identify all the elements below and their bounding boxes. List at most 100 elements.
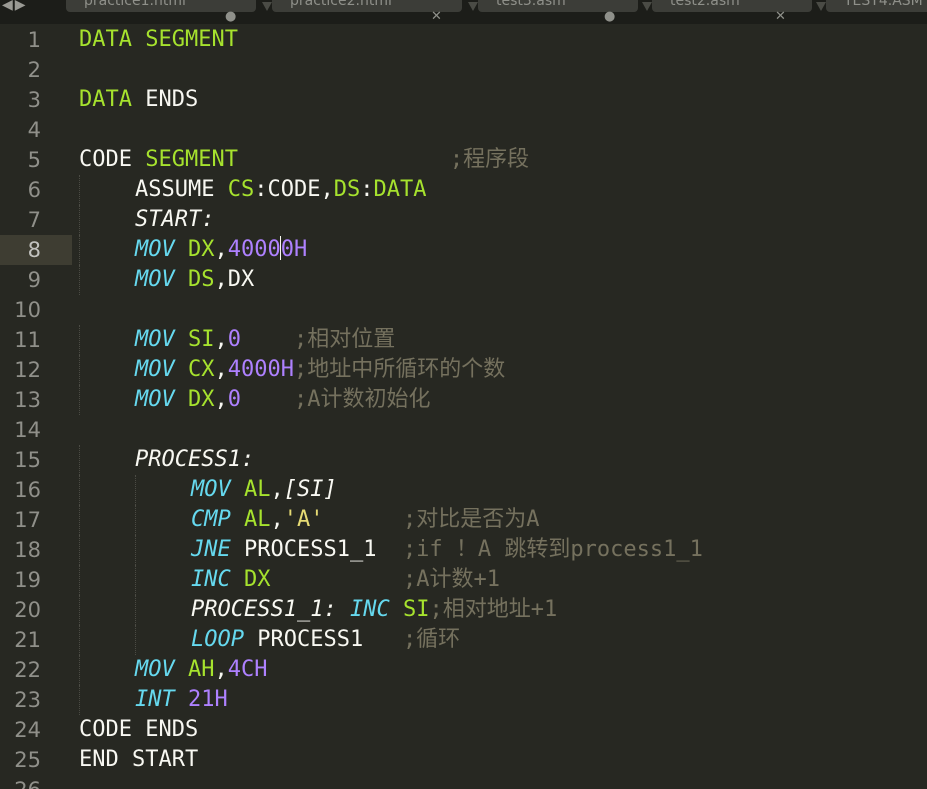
token-cmt: ;if ！A 跳转到process1_1 xyxy=(402,537,703,562)
code-line[interactable]: 15 PROCESS1: xyxy=(0,445,927,475)
code-line[interactable]: 25 END START xyxy=(0,745,927,775)
code-line[interactable]: 13 MOV DX,0 ;A计数初始化 xyxy=(0,385,927,415)
code-line[interactable]: 12 MOV CX,4000H;地址中所循环的个数 xyxy=(0,355,927,385)
code-line[interactable]: 24 CODE ENDS xyxy=(0,715,927,745)
code-line[interactable]: 7 START: xyxy=(0,205,927,235)
code-line[interactable]: 21 LOOP PROCESS1 ;循环 xyxy=(0,625,927,655)
indent-guide xyxy=(79,385,80,415)
code-line[interactable]: 9 MOV DS,DX xyxy=(0,265,927,295)
tab-5[interactable]: TEST4.ASM xyxy=(826,0,927,12)
code-line[interactable]: 17 CMP AL,'A' ;对比是否为A xyxy=(0,505,927,535)
code-text: PROCESS1: xyxy=(135,445,254,475)
code-text: MOV SI,0 ;相对位置 xyxy=(135,325,395,355)
code-line[interactable]: 18 JNE PROCESS1_1 ;if ！A 跳转到process1_1 xyxy=(0,535,927,565)
code-line[interactable]: 26 xyxy=(0,775,927,789)
indent-guide xyxy=(79,655,80,685)
indent-guide xyxy=(79,625,80,655)
code-line[interactable]: 3 DATA ENDS xyxy=(0,85,927,115)
line-number: 16 xyxy=(14,478,41,502)
line-number: 10 xyxy=(14,298,41,322)
code-line[interactable]: 5 CODE SEGMENT ;程序段 xyxy=(0,145,927,175)
code-line[interactable]: 2 xyxy=(0,55,927,85)
close-tab-icon[interactable]: ✕ xyxy=(431,10,442,23)
code-text: CODE SEGMENT ;程序段 xyxy=(79,145,529,175)
code-text: START: xyxy=(135,205,214,235)
indent-guide xyxy=(135,535,136,565)
indent-guide xyxy=(79,475,80,505)
code-line[interactable]: 16 MOV AL,[SI] xyxy=(0,475,927,505)
indent-guide xyxy=(135,475,136,505)
code-line[interactable]: 6 ASSUME CS:CODE,DS:DATA xyxy=(0,175,927,205)
token-num: 0 xyxy=(227,387,241,412)
token-pl: ENDS xyxy=(131,87,199,112)
token-pl: : xyxy=(360,177,374,202)
code-line[interactable]: 8 MOV DX,40000H xyxy=(0,235,927,265)
token-inst: LOOP xyxy=(191,627,244,652)
tab-label: test2.asm xyxy=(670,0,740,9)
code-line[interactable]: 11 MOV SI,0 ;相对位置 xyxy=(0,325,927,355)
code-text: PROCESS1_1: INC SI;相对地址+1 xyxy=(191,595,557,625)
close-tab-icon[interactable]: ✕ xyxy=(775,10,786,23)
tab-separator xyxy=(262,2,272,11)
line-number: 7 xyxy=(27,208,41,232)
code-text: MOV CX,4000H;地址中所循环的个数 xyxy=(135,355,505,385)
token-reg: AL xyxy=(244,477,271,502)
token-pl: , xyxy=(214,327,228,352)
indent-guide xyxy=(79,235,80,265)
indent-guide xyxy=(79,535,80,565)
line-number: 5 xyxy=(27,148,41,172)
code-line[interactable]: 1 DATA SEGMENT xyxy=(0,25,927,55)
line-number: 18 xyxy=(14,538,41,562)
token-reg: SI xyxy=(188,327,215,352)
token-inst: MOV xyxy=(191,477,231,502)
indent-guide xyxy=(79,445,80,475)
token-cmt: ;A计数初始化 xyxy=(293,387,431,412)
token-kw: DATA xyxy=(79,87,132,112)
line-number: 20 xyxy=(14,598,41,622)
token-pl: CODE ENDS xyxy=(79,717,199,742)
token-kw: SEGMENT xyxy=(145,147,238,172)
line-number: 14 xyxy=(14,418,41,442)
token-pl: PROCESS1_1 xyxy=(230,537,403,562)
line-number: 21 xyxy=(14,628,41,652)
token-inst: INC xyxy=(191,567,231,592)
code-line[interactable]: 10 xyxy=(0,295,927,325)
token-lbl: START: xyxy=(135,207,215,232)
token-num: 21H xyxy=(188,687,228,712)
line-number: 17 xyxy=(14,508,41,532)
line-number: 1 xyxy=(27,28,41,52)
code-text: ASSUME CS:CODE,DS:DATA xyxy=(135,175,426,205)
forward-arrow-icon[interactable]: ▶ xyxy=(15,0,26,12)
code-line[interactable]: 20 PROCESS1_1: INC SI;相对地址+1 xyxy=(0,595,927,625)
token-cmt: ;循环 xyxy=(402,627,461,652)
token-reg: DX xyxy=(188,387,215,412)
code-text: INC DX ;A计数+1 xyxy=(191,565,500,595)
token-num: 0 xyxy=(227,327,241,352)
token-reg: AL xyxy=(244,507,271,532)
code-text: LOOP PROCESS1 ;循环 xyxy=(191,625,460,655)
line-number: 25 xyxy=(14,748,41,772)
unsaved-dot-icon[interactable]: ● xyxy=(225,10,236,23)
code-line[interactable]: 23 INT 21H xyxy=(0,685,927,715)
back-arrow-icon[interactable]: ◀ xyxy=(2,0,13,12)
indent-guide xyxy=(79,505,80,535)
code-editor[interactable]: 1 DATA SEGMENT 2 3 DATA ENDS 4 5 CODE SEGMENT ;… xyxy=(0,25,927,789)
code-line[interactable]: 22 MOV AH,4CH xyxy=(0,655,927,685)
token-inst: JNE xyxy=(191,537,231,562)
tab-4[interactable]: test2.asm xyxy=(652,0,812,12)
unsaved-dot-icon[interactable]: ● xyxy=(604,10,615,23)
code-line[interactable]: 14 xyxy=(0,415,927,445)
code-line[interactable]: 19 INC DX ;A计数+1 xyxy=(0,565,927,595)
token-num: 4000H xyxy=(227,357,294,382)
token-cmt: ;程序段 xyxy=(449,147,530,172)
token-num: 4CH xyxy=(227,657,268,682)
token-reg: DS xyxy=(188,267,215,292)
code-line[interactable]: 4 xyxy=(0,115,927,145)
tab-nav: ◀ ▶ xyxy=(0,0,48,24)
